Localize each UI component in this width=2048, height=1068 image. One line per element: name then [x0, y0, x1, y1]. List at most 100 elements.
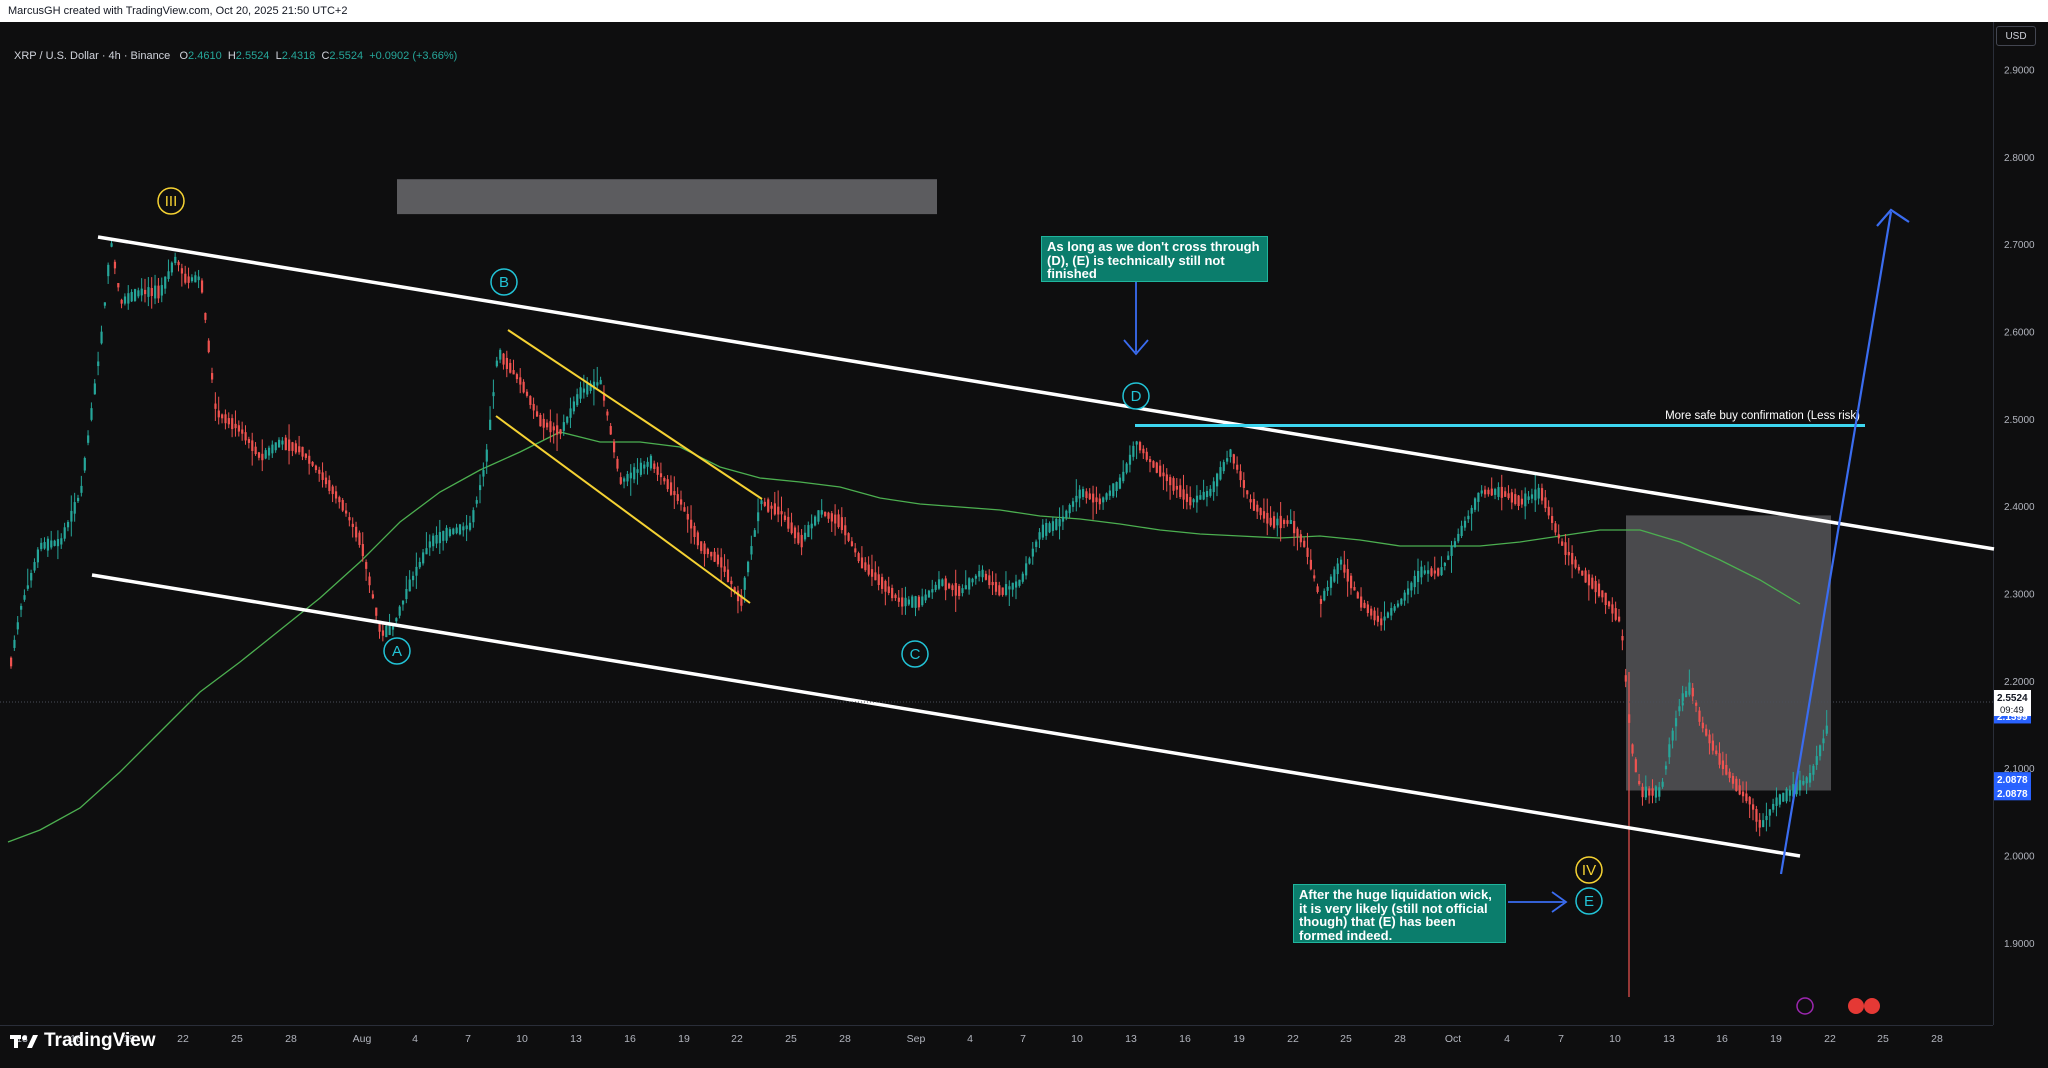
candle-body [77, 497, 80, 502]
candle-body [1092, 493, 1095, 503]
candle-body [53, 540, 56, 546]
candle-body [857, 553, 860, 562]
x-tick-label: 13 [1125, 1033, 1137, 1045]
candle-body [927, 590, 931, 598]
candle-body [489, 419, 492, 431]
candle-body [435, 534, 438, 544]
candle-body [673, 491, 676, 496]
projection-arrowhead [1876, 208, 1910, 227]
candle-body [773, 503, 776, 515]
x-tick-label: 13 [570, 1033, 582, 1045]
candle-body [1182, 489, 1185, 500]
price-chart[interactable]: 4.00003.90003.80003.70003.60003.50003.40… [0, 22, 2048, 1068]
candle-body [80, 485, 83, 493]
candle-body [1205, 491, 1209, 498]
candle-body [1748, 796, 1751, 805]
chart-area[interactable]: 4.00003.90003.80003.70003.60003.50003.40… [0, 22, 2048, 1068]
candle-body [1618, 616, 1621, 622]
y-tick-label: 2.9000 [2004, 66, 2035, 77]
candle-body [613, 441, 616, 453]
candle-body [274, 442, 277, 451]
x-tick-label: 10 [516, 1033, 528, 1045]
candle-body [1755, 809, 1758, 822]
candle-body [1383, 616, 1386, 621]
candle-body [569, 408, 572, 418]
candle-body [586, 383, 589, 395]
candle-body [1731, 775, 1735, 784]
candle-body [817, 510, 820, 522]
candle-body [897, 597, 900, 602]
candle-body [757, 512, 760, 522]
candle-body [760, 500, 763, 505]
candle-body [1088, 493, 1091, 500]
candle-body [267, 447, 271, 456]
candle-body [1299, 534, 1302, 543]
note-d-condition: As long as we don't cross through (D), (… [1041, 236, 1268, 282]
candle-body [629, 472, 632, 479]
candle-body [974, 575, 977, 579]
candle-body [117, 283, 120, 288]
y-tick-label: 1.9000 [2004, 939, 2035, 950]
candle-body [1051, 521, 1055, 531]
candle-body [790, 522, 793, 534]
flag-event-icon [1848, 998, 1864, 1014]
candle-body [934, 584, 937, 590]
candle-body [522, 381, 525, 393]
candle-body [1741, 791, 1745, 797]
candle-body [154, 285, 157, 299]
candle-body [797, 532, 800, 544]
candle-body [1554, 523, 1557, 533]
candle-body [1651, 788, 1654, 796]
wave-label-a: A [392, 643, 402, 660]
candle-body [1819, 745, 1822, 757]
x-tick-label: 22 [731, 1033, 743, 1045]
candle-body [1339, 559, 1343, 565]
candle-body [1614, 608, 1617, 620]
candle-body [177, 261, 180, 266]
candle-body [606, 411, 609, 416]
lightning-event-icon [1796, 997, 1814, 1015]
candle-body [1028, 558, 1031, 564]
candle-body [214, 403, 217, 409]
currency-button[interactable]: USD [1996, 26, 2036, 46]
candle-body [1055, 518, 1058, 530]
candle-body [278, 439, 281, 448]
candle-body [921, 596, 924, 606]
candle-body [371, 594, 374, 599]
candle-body [1691, 687, 1694, 697]
candle-body [649, 455, 653, 469]
candle-body [1597, 583, 1601, 597]
candle-body [475, 500, 478, 504]
candle-body [1457, 533, 1460, 542]
candle-body [1494, 489, 1497, 495]
candle-body [891, 587, 894, 599]
candle-body [596, 382, 599, 386]
candle-body [1138, 442, 1142, 451]
candle-body [700, 541, 703, 551]
candle-body [860, 557, 864, 569]
candle-body [653, 463, 656, 470]
candle-body [572, 401, 575, 412]
candle-body [56, 539, 60, 547]
candle-body [1366, 604, 1369, 614]
candle-body [1045, 522, 1048, 536]
candle-body [445, 527, 448, 541]
candle-body [911, 596, 914, 608]
candle-body [626, 474, 629, 482]
x-tick-label: 16 [1716, 1033, 1728, 1045]
candle-body [1718, 753, 1721, 765]
candle-body [666, 479, 669, 490]
candle-body [1068, 504, 1071, 514]
candle-body [241, 429, 244, 434]
candle-body [1356, 592, 1359, 599]
candle-body [110, 243, 113, 247]
candle-body [73, 502, 76, 514]
wave-label-e: E [1584, 893, 1594, 910]
candle-body [924, 594, 927, 601]
candle-body [1641, 786, 1644, 798]
y-tick-label: 2.4000 [2004, 502, 2035, 513]
candle-body [1048, 523, 1051, 533]
candle-body [147, 287, 150, 297]
candle-body [1624, 675, 1627, 682]
candle-body [1242, 480, 1245, 488]
